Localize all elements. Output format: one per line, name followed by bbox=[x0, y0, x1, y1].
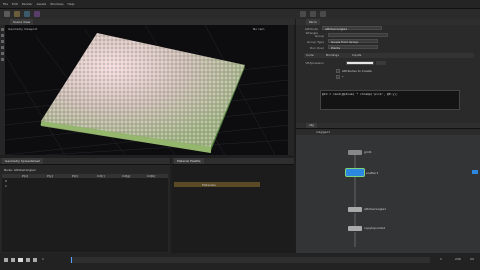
last-frame-icon[interactable] bbox=[33, 258, 37, 262]
spreadsheet-tab-bar: Geometry Spreadsheet bbox=[0, 158, 170, 165]
menu-assets[interactable]: Assets bbox=[36, 0, 46, 8]
material-row-selected[interactable]: Materials bbox=[174, 182, 260, 187]
tab-inputs[interactable]: Inputs bbox=[352, 53, 361, 58]
start-frame[interactable]: 1 bbox=[440, 257, 442, 261]
vex-code-text: @Cd = rand(@ptnum) * chramp('pick', @P.y… bbox=[322, 92, 398, 96]
viewport-header: Geometry Viewport bbox=[8, 27, 38, 31]
spreadsheet-body[interactable]: 0 1 bbox=[2, 178, 168, 252]
param-tabs: Code Bindings Inputs bbox=[304, 53, 474, 58]
node-label: scatter1 bbox=[366, 171, 379, 175]
node-label: attribwrangle1 bbox=[364, 207, 387, 211]
shelf-tool-icon[interactable] bbox=[14, 11, 20, 17]
spreadsheet-node-label: Node: attribwrangle1 bbox=[4, 168, 36, 172]
play-icon[interactable] bbox=[18, 258, 23, 262]
end-frame[interactable]: 240 bbox=[455, 257, 461, 261]
scale-tool-icon[interactable] bbox=[1, 46, 4, 49]
next-frame-icon[interactable] bbox=[26, 258, 30, 262]
attributes-to-create-label: Attributes to Create bbox=[342, 69, 372, 73]
prev-frame-icon[interactable] bbox=[11, 258, 15, 262]
node-grid1[interactable] bbox=[348, 150, 362, 155]
current-frame[interactable]: 1 bbox=[42, 257, 44, 261]
network-editor[interactable]: grid1 scatter1 attribwrangle1 copytopoin… bbox=[296, 135, 480, 253]
shelf-tool-icon[interactable] bbox=[34, 11, 40, 17]
tab-material-palette[interactable]: Material Palette bbox=[174, 158, 204, 164]
menu-file[interactable]: File bbox=[3, 0, 8, 8]
rotate-tool-icon[interactable] bbox=[1, 40, 4, 43]
run-over-dropdown[interactable]: Points bbox=[328, 45, 378, 50]
node-attribwrangle1[interactable] bbox=[348, 207, 362, 212]
group-label: Group bbox=[314, 34, 324, 38]
group-type-dropdown[interactable]: Guess from Group bbox=[328, 39, 378, 44]
camera-menu[interactable]: No cam bbox=[253, 27, 264, 31]
preset-field[interactable] bbox=[346, 61, 374, 65]
material-item: Materials bbox=[202, 183, 216, 187]
brush-tool-icon[interactable] bbox=[1, 58, 4, 61]
run-over-label: Run Over bbox=[310, 46, 324, 50]
material-tab-bar: Material Palette bbox=[172, 158, 294, 165]
group-type-label: Group Type bbox=[307, 40, 324, 44]
menu-windows[interactable]: Windows bbox=[50, 0, 63, 8]
checkbox[interactable] bbox=[336, 69, 340, 73]
shelf-tool-icon[interactable] bbox=[300, 11, 306, 17]
shelf-tool-icon[interactable] bbox=[310, 11, 316, 17]
shelf-tool-icon[interactable] bbox=[4, 11, 10, 17]
node-scatter1[interactable] bbox=[346, 169, 364, 176]
timeline-bar[interactable] bbox=[70, 257, 430, 263]
move-tool-icon[interactable] bbox=[1, 34, 4, 37]
fps-field[interactable]: 24 bbox=[470, 257, 474, 261]
node-label: copytopoints1 bbox=[364, 226, 386, 230]
preset-menu-button[interactable] bbox=[376, 61, 386, 65]
menu-render[interactable]: Render bbox=[22, 0, 33, 8]
menu-edit[interactable]: Edit bbox=[12, 0, 18, 8]
shelf-toolbar bbox=[0, 9, 480, 19]
vexpression-label: VEXpression bbox=[305, 61, 324, 65]
row-index: 0 bbox=[5, 179, 7, 183]
viewport-toolbar-right bbox=[288, 25, 294, 155]
material-palette: Materials bbox=[172, 165, 294, 253]
node-copytopoints1[interactable] bbox=[348, 226, 362, 231]
network-path[interactable]: /obj/geo1 bbox=[316, 130, 330, 134]
node-name-field[interactable]: attribwrangle1 bbox=[322, 26, 382, 31]
first-frame-icon[interactable] bbox=[4, 258, 8, 262]
houdini-window: File Edit Render Assets Windows Help Sce… bbox=[0, 0, 480, 270]
menu-help[interactable]: Help bbox=[68, 0, 75, 8]
tab-network[interactable]: obj bbox=[306, 123, 317, 128]
network-dock-icon[interactable] bbox=[472, 170, 478, 174]
tab-bindings[interactable]: Bindings bbox=[326, 53, 339, 58]
row-index: 1 bbox=[5, 184, 7, 188]
3d-viewport[interactable]: Geometry Viewport No cam bbox=[5, 25, 288, 155]
playbar: 1 1 240 24 bbox=[0, 253, 480, 270]
select-tool-icon[interactable] bbox=[1, 28, 4, 31]
vex-code-editor[interactable]: @Cd = rand(@ptnum) * chramp('pick', @P.y… bbox=[320, 90, 460, 110]
shelf-tool-icon[interactable] bbox=[24, 11, 30, 17]
attributes-value: * bbox=[342, 75, 344, 79]
shelf-tool-icon[interactable] bbox=[320, 11, 326, 17]
viewport-grid bbox=[5, 25, 288, 155]
menu-bar: File Edit Render Assets Windows Help bbox=[0, 0, 480, 9]
handle-tool-icon[interactable] bbox=[1, 52, 4, 55]
node-label: grid1 bbox=[364, 150, 372, 154]
group-field[interactable] bbox=[328, 33, 388, 37]
checkbox[interactable] bbox=[336, 75, 340, 79]
time-cursor[interactable] bbox=[71, 257, 72, 263]
tab-geometry-spreadsheet[interactable]: Geometry Spreadsheet bbox=[2, 158, 43, 164]
tab-code[interactable]: Code bbox=[306, 53, 314, 58]
node-wires bbox=[354, 155, 356, 247]
